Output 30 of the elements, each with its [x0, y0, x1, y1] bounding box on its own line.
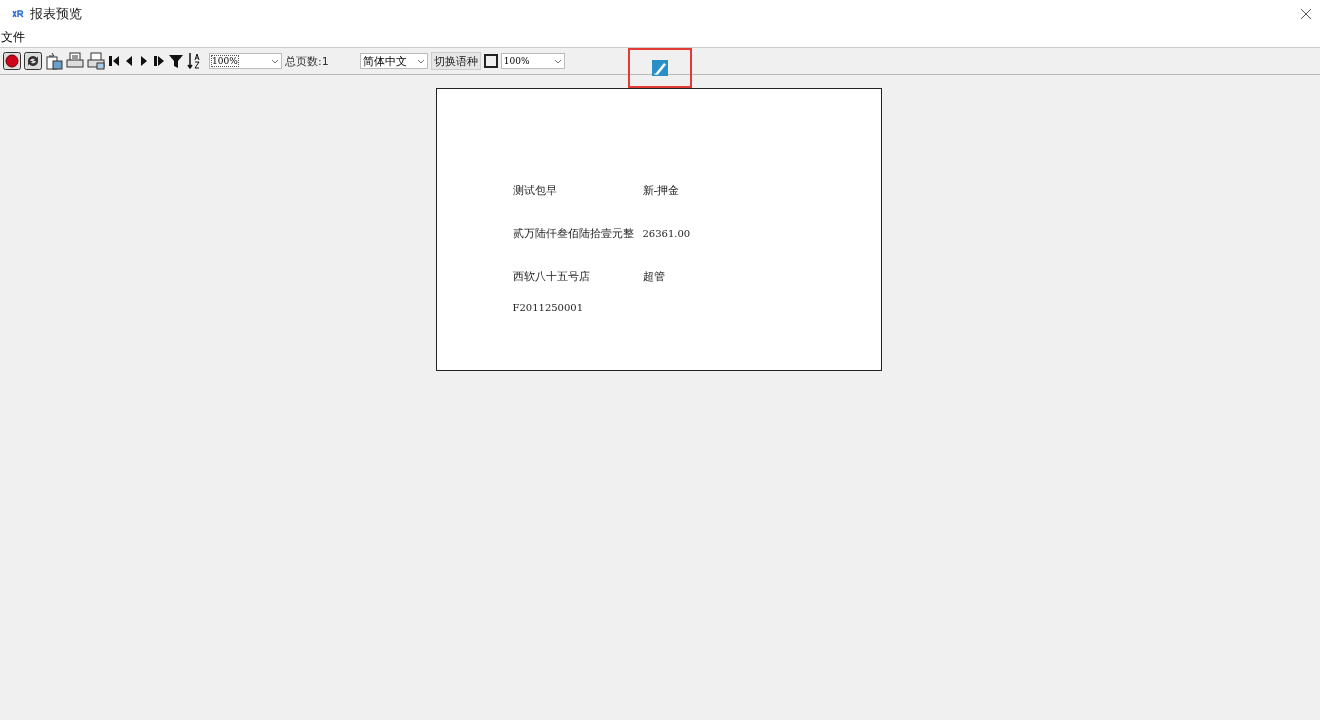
- caret-icon: [416, 58, 425, 64]
- language-dropdown[interactable]: 简体中文: [359, 53, 428, 69]
- zoom-dropdown[interactable]: 100%: [500, 53, 565, 69]
- pen-edit-icon[interactable]: [651, 60, 668, 76]
- window-title: 报表预览: [30, 5, 82, 23]
- report-text: 西软八十五号店: [512, 269, 591, 284]
- sort-icon[interactable]: [187, 52, 203, 70]
- page-count-label: 总页数:1: [285, 53, 329, 69]
- first-page-icon[interactable]: [108, 54, 120, 68]
- refresh-icon[interactable]: [24, 52, 42, 70]
- report-text: 贰万陆仟叁佰陆拾壹元整: [512, 226, 635, 241]
- switch-language-button[interactable]: 切换语种: [430, 52, 481, 70]
- export-icon[interactable]: [45, 52, 63, 70]
- app-logo-icon: [12, 9, 24, 19]
- caret-icon: [271, 58, 279, 64]
- filter-icon[interactable]: [168, 53, 184, 69]
- report-text: 26361.00: [642, 228, 692, 239]
- report-text: 超管: [642, 269, 666, 284]
- record-icon[interactable]: [3, 52, 21, 70]
- report-text: 测试包早: [512, 183, 558, 198]
- zoom-dropdown[interactable]: 100%: [209, 53, 282, 69]
- menu-item[interactable]: 文件: [0, 29, 26, 46]
- caret-icon: [553, 58, 562, 64]
- report-text: F2011250001: [512, 302, 585, 313]
- print-preview-icon[interactable]: [87, 52, 105, 70]
- printer-icon[interactable]: [66, 52, 84, 70]
- close-icon[interactable]: [1300, 8, 1312, 20]
- report-text: 新-押金: [642, 183, 681, 198]
- last-page-icon[interactable]: [153, 54, 165, 68]
- checkbox[interactable]: [483, 54, 498, 68]
